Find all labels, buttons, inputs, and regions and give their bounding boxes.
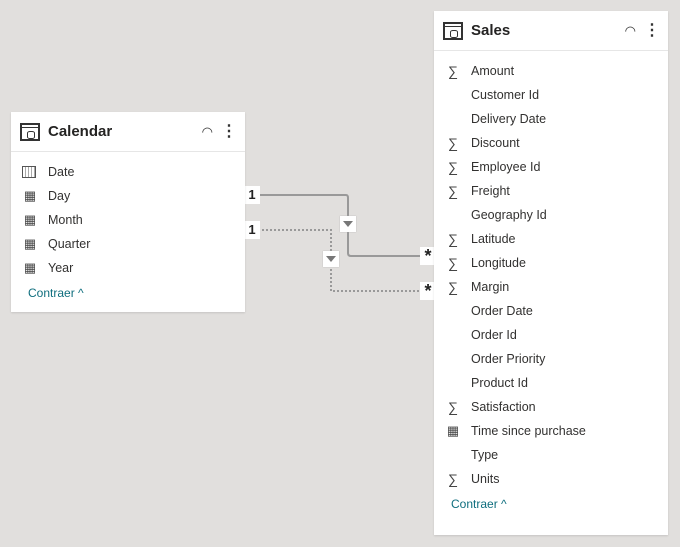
collapse-button[interactable]: Contraer ^ (434, 497, 668, 511)
field-label: Employee Id (471, 160, 541, 174)
calendar-table-card[interactable]: Calendar ◠ ⋮ Date ▦ Day ▦ Month ▦ Quarter ▦ Year… (11, 112, 245, 312)
inactive-relationship-line[interactable] (258, 229, 422, 292)
sigma-icon: ∑ (448, 183, 458, 199)
field-label: Product Id (471, 376, 528, 390)
card-header[interactable]: Calendar ◠ ⋮ (11, 112, 245, 152)
field-label: Latitude (471, 232, 516, 246)
hierarchy-icon: ▦ (446, 423, 460, 438)
field-item[interactable]: ∑ Satisfaction (434, 395, 668, 419)
field-label: Order Date (471, 304, 533, 318)
field-label: Delivery Date (471, 112, 547, 126)
field-item[interactable]: ∑ Margin (434, 275, 668, 299)
field-label: Type (471, 448, 499, 462)
hierarchy-icon: ▦ (23, 260, 37, 275)
field-item[interactable]: Geography Id (434, 203, 668, 227)
field-label: Year (48, 261, 74, 275)
field-label: Geography Id (471, 208, 547, 222)
field-item[interactable]: ▦ Year (11, 256, 245, 280)
hierarchy-icon: ▦ (23, 212, 37, 227)
filter-direction-arrow-icon[interactable] (340, 216, 356, 232)
visibility-eye-icon[interactable]: ◠ (625, 23, 636, 39)
field-item[interactable]: Order Id (434, 323, 668, 347)
field-item[interactable]: Type (434, 443, 668, 467)
field-label: Order Id (471, 328, 517, 342)
field-label: Quarter (48, 237, 91, 251)
field-label: Satisfaction (471, 400, 536, 414)
sigma-icon: ∑ (448, 279, 458, 295)
visibility-eye-icon[interactable]: ◠ (202, 124, 213, 140)
sigma-icon: ∑ (448, 399, 458, 415)
sigma-icon: ∑ (448, 159, 458, 175)
field-item[interactable]: Order Date (434, 299, 668, 323)
field-label: Time since purchase (471, 424, 586, 438)
field-item[interactable]: ∑ Latitude (434, 227, 668, 251)
field-label: Freight (471, 184, 510, 198)
field-label: Longitude (471, 256, 526, 270)
field-label: Units (471, 472, 500, 486)
sigma-icon: ∑ (448, 63, 458, 79)
field-item[interactable]: ∑ Employee Id (434, 155, 668, 179)
field-label: Day (48, 189, 71, 203)
field-item[interactable]: ▦ Month (11, 208, 245, 232)
field-label: Customer Id (471, 88, 540, 102)
field-item[interactable]: Delivery Date (434, 107, 668, 131)
field-item[interactable]: ∑ Freight (434, 179, 668, 203)
field-label: Date (48, 165, 75, 179)
more-options-icon[interactable]: ⋮ (221, 123, 237, 140)
table-icon (20, 122, 40, 141)
table-title: Sales (471, 22, 511, 39)
card-header[interactable]: Sales ◠ ⋮ (434, 11, 668, 51)
sigma-icon: ∑ (448, 135, 458, 151)
field-item[interactable]: Product Id (434, 371, 668, 395)
hierarchy-icon: ▦ (23, 236, 37, 251)
field-item[interactable]: Customer Id (434, 83, 668, 107)
collapse-button[interactable]: Contraer ^ (11, 286, 245, 300)
field-item[interactable]: ▦ Quarter (11, 232, 245, 256)
field-item[interactable]: Order Priority (434, 347, 668, 371)
field-item[interactable]: ∑ Longitude (434, 251, 668, 275)
hierarchy-icon: ▦ (23, 188, 37, 203)
field-item[interactable]: ▦ Day (11, 184, 245, 208)
field-label: Amount (471, 64, 515, 78)
sigma-icon: ∑ (448, 471, 458, 487)
filter-direction-arrow-icon[interactable] (323, 251, 339, 267)
calendar-icon (22, 166, 36, 178)
field-item[interactable]: ∑ Amount (434, 59, 668, 83)
table-icon (443, 21, 463, 40)
sales-table-card[interactable]: Sales ◠ ⋮ ∑ Amount Customer Id Delivery Dat… (434, 11, 668, 535)
cardinality-one: 1 (244, 221, 260, 239)
field-label: Month (48, 213, 83, 227)
field-item[interactable]: ▦ Time since purchase (434, 419, 668, 443)
more-options-icon[interactable]: ⋮ (644, 22, 660, 39)
field-label: Order Priority (471, 352, 546, 366)
table-title: Calendar (48, 123, 113, 140)
sigma-icon: ∑ (448, 255, 458, 271)
field-item[interactable]: ∑ Discount (434, 131, 668, 155)
cardinality-one: 1 (244, 186, 260, 204)
field-label: Discount (471, 136, 520, 150)
sigma-icon: ∑ (448, 231, 458, 247)
field-item[interactable]: Date (11, 160, 245, 184)
field-item[interactable]: ∑ Units (434, 467, 668, 491)
field-label: Margin (471, 280, 510, 294)
